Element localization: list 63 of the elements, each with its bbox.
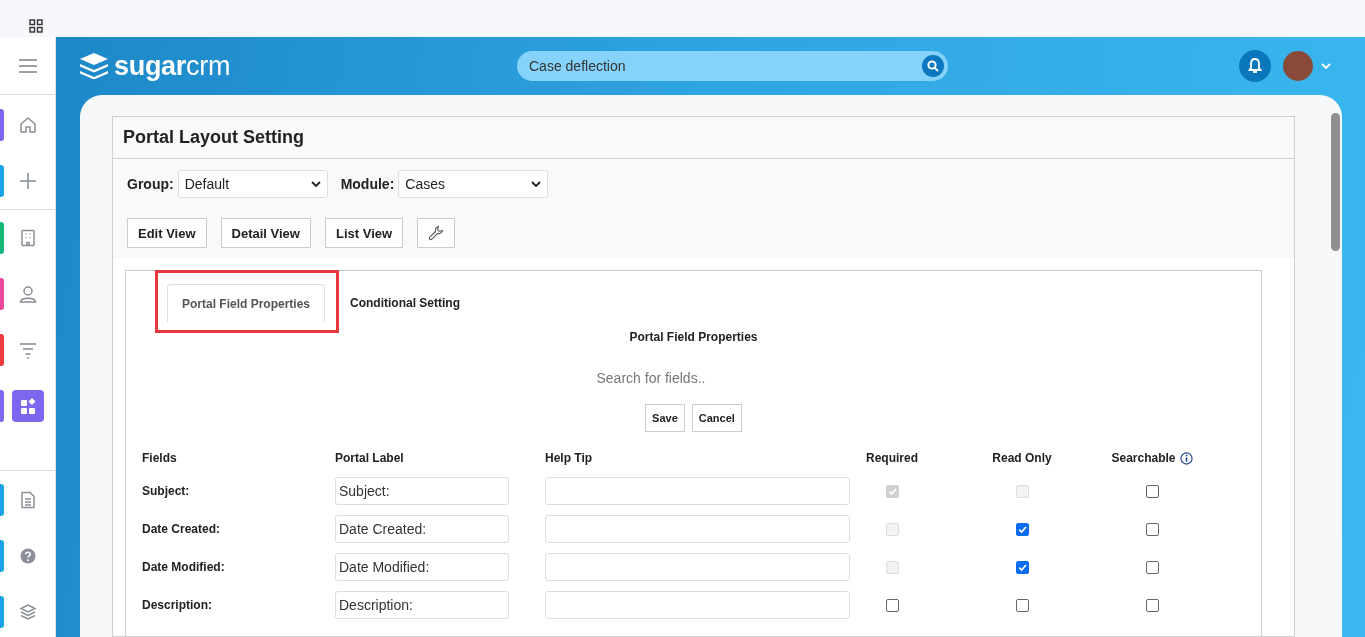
help-tip-input[interactable] — [545, 515, 850, 543]
view-button[interactable]: List View — [324, 218, 404, 248]
person-icon[interactable] — [18, 285, 37, 303]
field-name: Date Modified: — [142, 560, 225, 574]
label-input[interactable]: Date Modified: — [335, 553, 509, 581]
checkbox[interactable] — [1145, 598, 1159, 612]
help-icon[interactable] — [18, 547, 37, 565]
wrench-icon — [428, 225, 445, 241]
menu-icon[interactable] — [18, 58, 37, 73]
logo-text: sugarcrm — [114, 50, 231, 82]
column-header: Fields — [142, 451, 177, 465]
filter-icon[interactable] — [18, 341, 37, 359]
action-button[interactable]: Cancel — [691, 404, 742, 432]
apps-icon[interactable] — [18, 397, 37, 415]
chevron-down-icon[interactable] — [1321, 63, 1331, 69]
checkbox[interactable] — [1015, 522, 1029, 536]
label-input[interactable]: Subject: — [335, 477, 509, 505]
document-icon[interactable] — [18, 491, 37, 509]
dropdown[interactable]: Cases — [398, 170, 549, 198]
field-name: Description: — [142, 598, 212, 612]
bell-icon — [1248, 58, 1262, 74]
field-name: Subject: — [142, 484, 190, 498]
help-tip-input[interactable] — [545, 553, 850, 581]
action-button[interactable]: Save — [645, 404, 685, 432]
settings-button[interactable] — [417, 218, 456, 248]
column-header: Required — [866, 451, 918, 465]
building-icon[interactable] — [18, 229, 37, 247]
dropdown[interactable]: Default — [177, 170, 328, 198]
chevron-down-icon — [310, 181, 321, 187]
checkbox[interactable] — [1145, 560, 1159, 574]
plus-icon[interactable] — [18, 172, 37, 190]
stack-logo-icon — [80, 53, 108, 79]
checkbox[interactable] — [1015, 598, 1029, 612]
help-tip-input[interactable] — [545, 477, 850, 505]
checkbox[interactable] — [1145, 522, 1159, 536]
home-icon[interactable] — [18, 116, 37, 134]
section-title: Portal Field Properties — [629, 330, 758, 344]
chevron-down-icon — [531, 181, 542, 187]
checkbox[interactable] — [1015, 560, 1029, 574]
column-header: Portal Label — [335, 451, 404, 465]
view-button[interactable]: Detail View — [220, 218, 311, 248]
help-tip-input[interactable] — [545, 591, 850, 619]
notification-button[interactable] — [1239, 50, 1271, 82]
label-input[interactable]: Date Created: — [335, 515, 509, 543]
info-icon[interactable] — [1179, 451, 1193, 465]
tab[interactable]: Portal Field Properties — [167, 284, 325, 322]
scrollbar-thumb[interactable] — [1331, 113, 1340, 251]
search-field[interactable]: Case deflection — [517, 51, 948, 81]
checkbox[interactable] — [1145, 484, 1159, 498]
nav-button[interactable] — [11, 390, 44, 422]
column-header: Read Only — [992, 451, 1052, 465]
column-header: Help Tip — [545, 451, 593, 465]
checkbox[interactable] — [885, 598, 899, 612]
panel-title: Portal Layout Setting — [113, 117, 1294, 159]
column-header: Searchable — [1111, 451, 1176, 465]
label-input[interactable]: Description: — [335, 591, 509, 619]
tab[interactable]: Conditional Setting — [347, 284, 463, 322]
filter-label: Module: — [340, 176, 395, 192]
avatar-placeholder[interactable] — [1283, 51, 1313, 81]
filter-label: Group: — [127, 176, 174, 192]
view-button[interactable]: Edit View — [127, 218, 207, 248]
field-name: Date Created: — [142, 522, 221, 536]
layers-icon[interactable] — [18, 603, 37, 621]
